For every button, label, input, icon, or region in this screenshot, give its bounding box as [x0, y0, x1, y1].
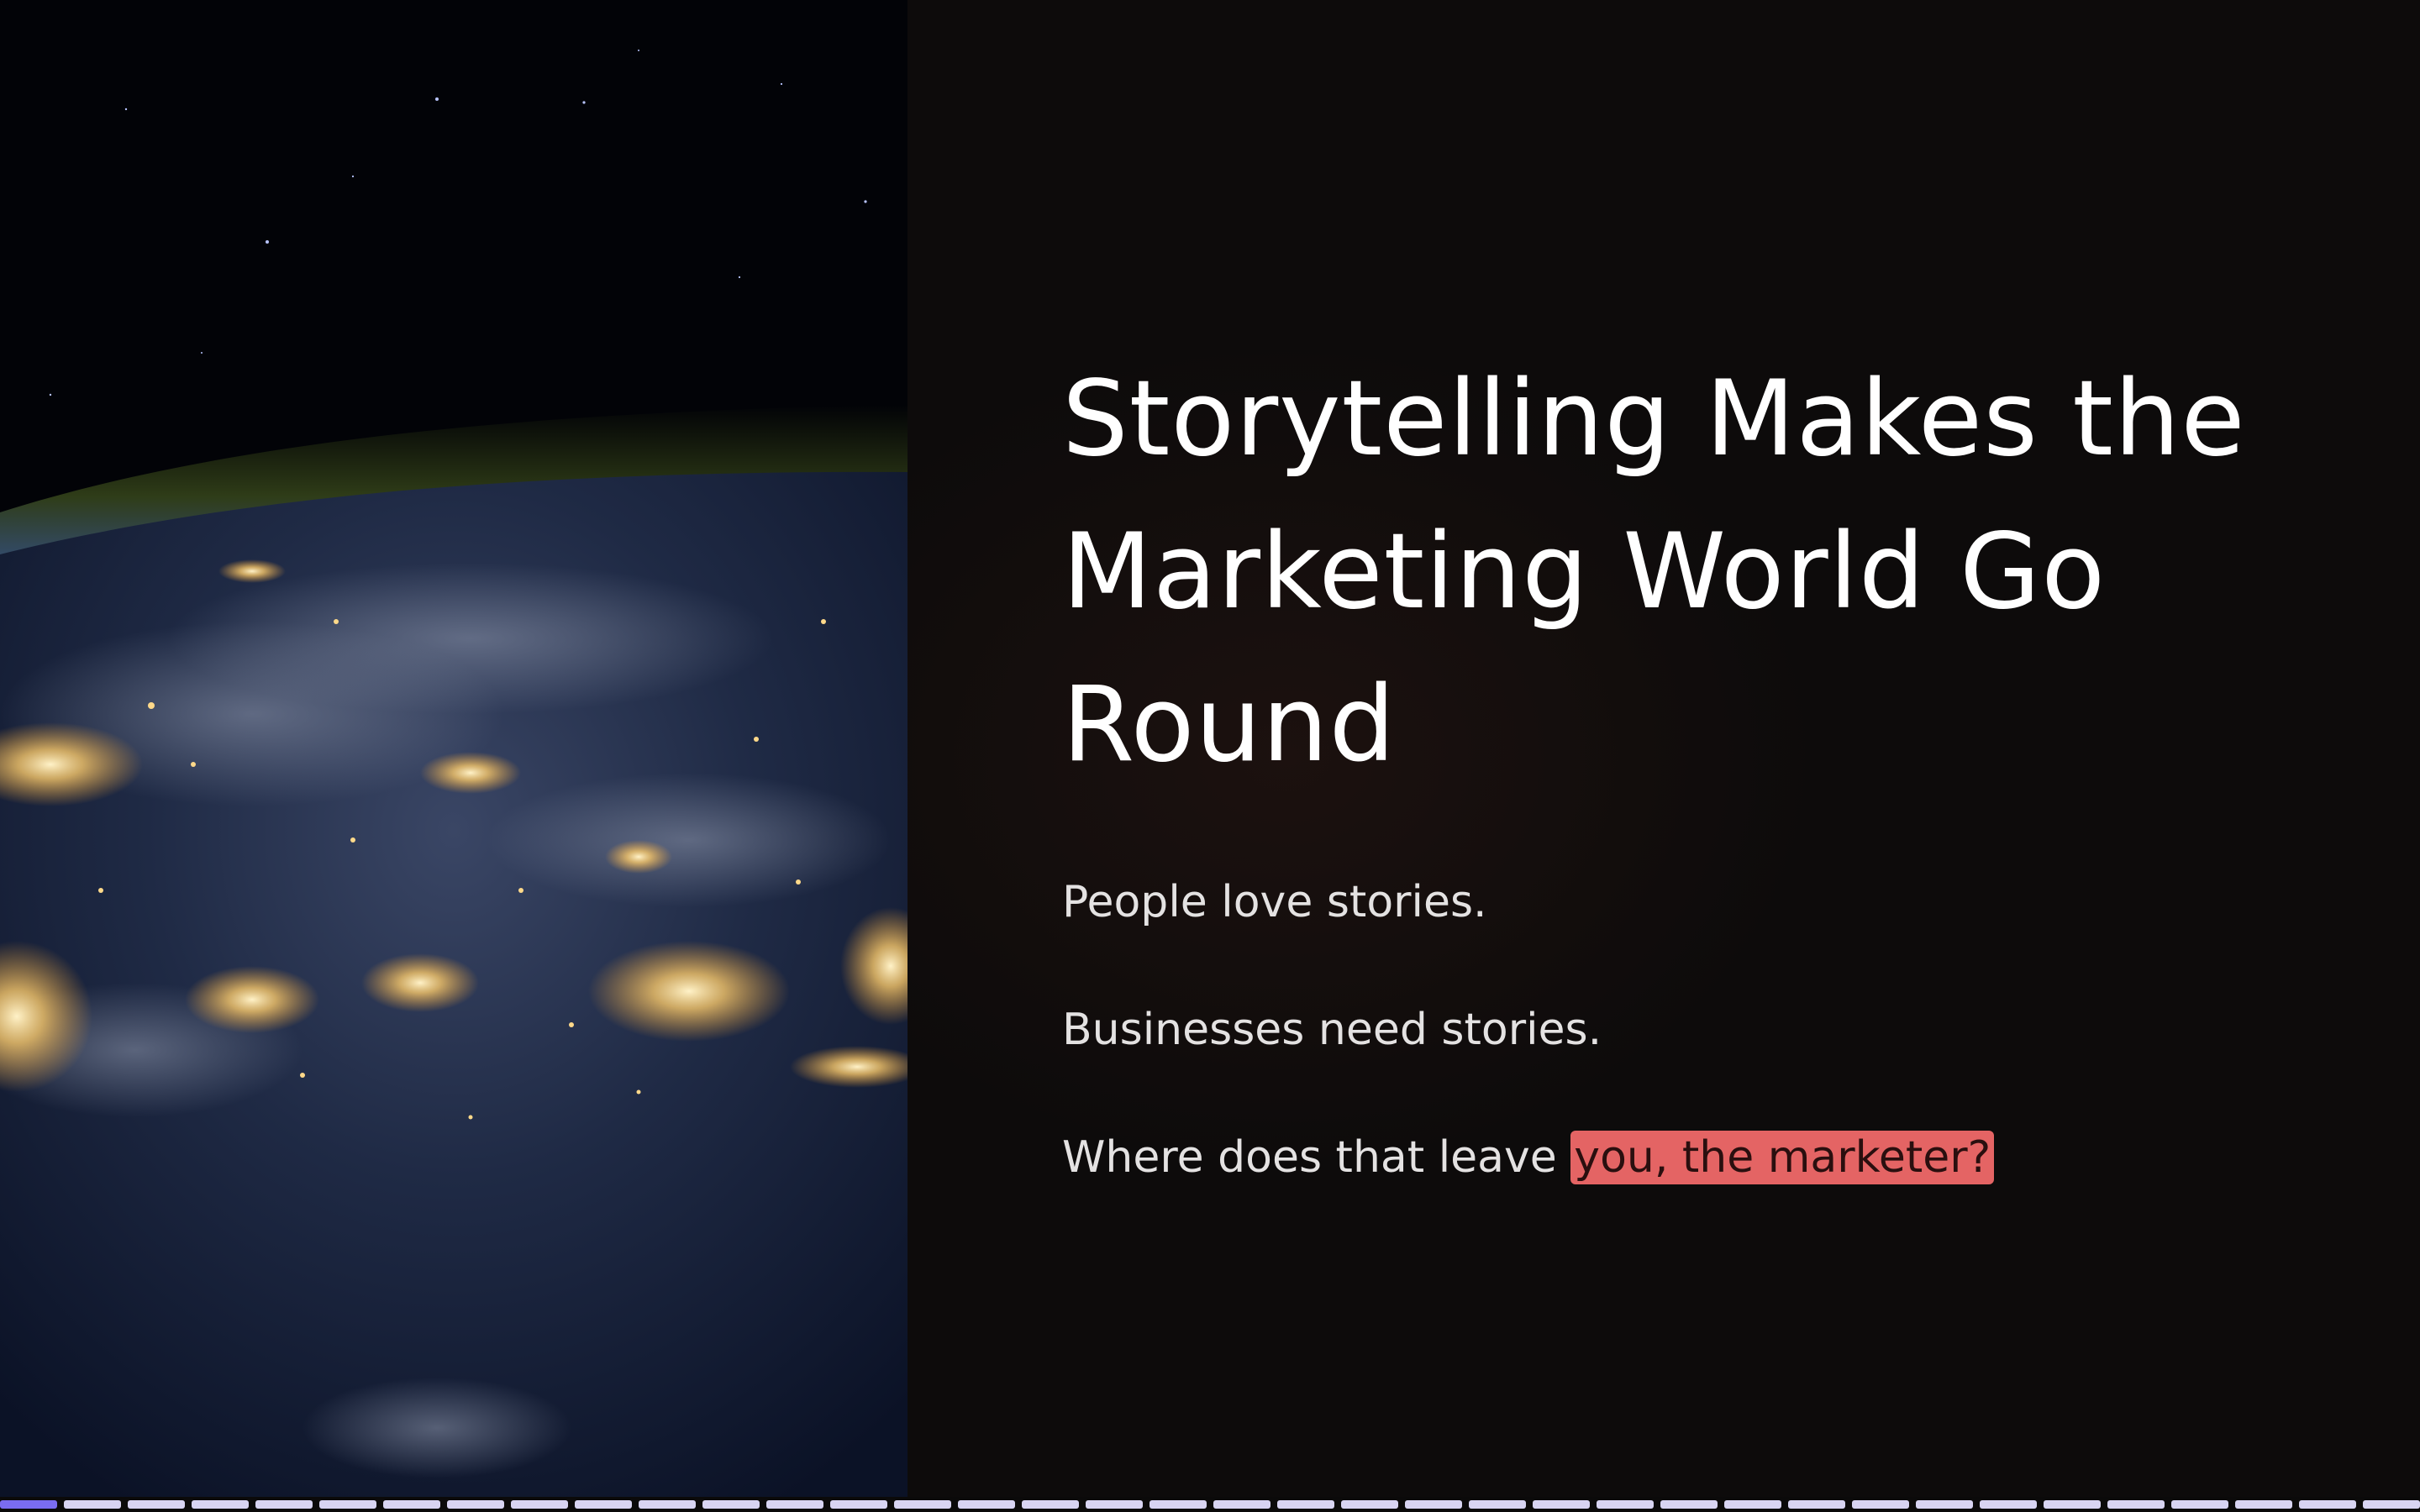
- progress-segment[interactable]: [2363, 1500, 2420, 1509]
- progress-segment[interactable]: [639, 1500, 696, 1509]
- progress-segment[interactable]: [192, 1500, 249, 1509]
- slide: Storytelling Makes the Marketing World G…: [0, 0, 2420, 1512]
- progress-segment[interactable]: [1277, 1500, 1334, 1509]
- slide-title: Storytelling Makes the Marketing World G…: [1062, 359, 2246, 785]
- progress-segment[interactable]: [2044, 1500, 2101, 1509]
- progress-segment[interactable]: [1788, 1500, 1845, 1509]
- progress-segment[interactable]: [319, 1500, 376, 1509]
- paragraph-prefix: Where does that leave: [1062, 1132, 1571, 1183]
- paragraph-where-does-that-leave-you: Where does that leave you, the marketer?: [1062, 1126, 2289, 1189]
- progress-segment[interactable]: [1341, 1500, 1398, 1509]
- progress-segment[interactable]: [1213, 1500, 1270, 1509]
- paragraph-people-love-stories: People love stories.: [1062, 877, 1487, 927]
- progress-segment[interactable]: [2171, 1500, 2228, 1509]
- earth-at-night-image: [0, 0, 908, 1497]
- progress-segment[interactable]: [1022, 1500, 1079, 1509]
- progress-segment[interactable]: [766, 1500, 823, 1509]
- progress-segment[interactable]: [1597, 1500, 1654, 1509]
- progress-segment[interactable]: [383, 1500, 440, 1509]
- progress-segment[interactable]: [894, 1500, 951, 1509]
- progress-segment[interactable]: [1660, 1500, 1718, 1509]
- paragraph-businesses-need-stories: Businesses need stories.: [1062, 1005, 1602, 1055]
- progress-segment[interactable]: [1724, 1500, 1781, 1509]
- progress-segment[interactable]: [958, 1500, 1015, 1509]
- progress-segment[interactable]: [511, 1500, 568, 1509]
- progress-segment[interactable]: [128, 1500, 185, 1509]
- progress-segment[interactable]: [1916, 1500, 1973, 1509]
- content-panel: Storytelling Makes the Marketing World G…: [908, 0, 2420, 1497]
- progress-segment[interactable]: [830, 1500, 887, 1509]
- progress-segment[interactable]: [64, 1500, 121, 1509]
- progress-segment[interactable]: [2235, 1500, 2292, 1509]
- progress-segment[interactable]: [1980, 1500, 2037, 1509]
- slide-progress-bar[interactable]: [0, 1497, 2420, 1512]
- progress-segment[interactable]: [255, 1500, 313, 1509]
- highlighted-phrase: you, the marketer?: [1570, 1131, 1995, 1184]
- progress-segment[interactable]: [1150, 1500, 1207, 1509]
- progress-segment[interactable]: [575, 1500, 632, 1509]
- progress-segment[interactable]: [1533, 1500, 1590, 1509]
- progress-segment[interactable]: [1405, 1500, 1462, 1509]
- progress-segment[interactable]: [1086, 1500, 1143, 1509]
- slide-content: Storytelling Makes the Marketing World G…: [1062, 343, 2289, 1189]
- progress-segment[interactable]: [447, 1500, 504, 1509]
- progress-segment[interactable]: [2299, 1500, 2356, 1509]
- progress-segment[interactable]: [0, 1500, 57, 1509]
- progress-segment[interactable]: [1852, 1500, 1909, 1509]
- progress-segment[interactable]: [1469, 1500, 1526, 1509]
- progress-segment[interactable]: [702, 1500, 760, 1509]
- progress-segment[interactable]: [2107, 1500, 2165, 1509]
